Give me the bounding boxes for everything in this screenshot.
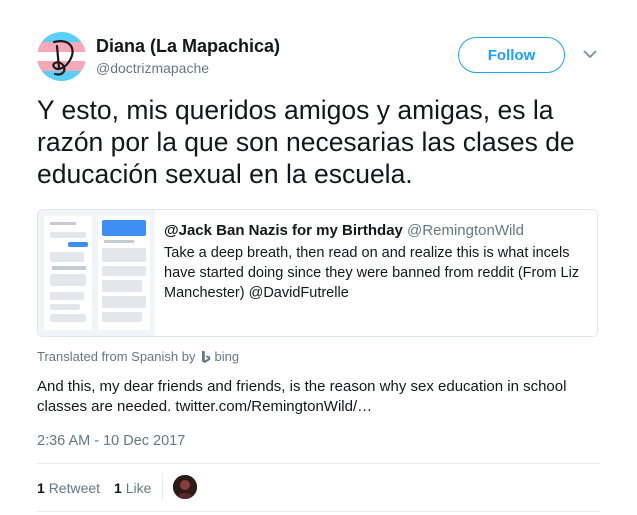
like-count: 1	[114, 480, 122, 496]
retweet-count-link[interactable]: 1 Retweet	[37, 480, 100, 496]
quoted-tweet-header: @Jack Ban Nazis for my Birthday @Remingt…	[164, 222, 589, 239]
translation-label: Translated from Spanish by	[37, 349, 196, 364]
quoted-tweet-thumbnail	[38, 210, 155, 336]
quoted-tweet-card[interactable]: @Jack Ban Nazis for my Birthday @Remingt…	[37, 209, 598, 337]
quoted-author-name: @Jack Ban Nazis for my Birthday	[164, 222, 403, 239]
stats-separator	[162, 474, 163, 500]
trans-flag-avatar-icon	[37, 32, 86, 81]
author-name[interactable]: Diana (La Mapachica)	[96, 36, 280, 57]
chevron-down-icon	[583, 50, 597, 58]
retweet-count: 1	[37, 480, 45, 496]
author-handle[interactable]: @doctrizmapache	[96, 60, 209, 76]
tweet-text: Y esto, mis queridos amigos y amigas, es…	[37, 95, 575, 189]
retweet-label: Retweet	[48, 480, 101, 496]
more-options-button[interactable]	[579, 44, 601, 64]
chat-screenshot-thumbnail-image	[38, 210, 155, 336]
stats-divider-bottom	[37, 511, 600, 512]
stats-divider-top	[37, 463, 600, 464]
quoted-author-handle: @RemingtonWild	[407, 222, 524, 239]
translation-attribution: Translated from Spanish by bing	[37, 349, 239, 364]
bing-label: bing	[214, 349, 240, 364]
quoted-tweet-text: Take a deep breath, then read on and rea…	[164, 245, 580, 301]
author-avatar[interactable]	[37, 32, 86, 81]
like-label: Like	[125, 480, 152, 496]
bing-logo-icon	[202, 350, 211, 363]
bing-link[interactable]: bing	[201, 349, 239, 364]
translated-text: And this, my dear friends and friends, i…	[37, 378, 567, 415]
liker-avatar[interactable]	[173, 475, 197, 499]
follow-button[interactable]: Follow	[458, 37, 565, 73]
tweet-stats: 1 Retweet 1 Like	[37, 480, 165, 496]
like-count-link[interactable]: 1 Like	[114, 480, 151, 496]
liker-avatar-image	[173, 475, 197, 499]
tweet-timestamp[interactable]: 2:36 AM - 10 Dec 2017	[37, 433, 185, 449]
